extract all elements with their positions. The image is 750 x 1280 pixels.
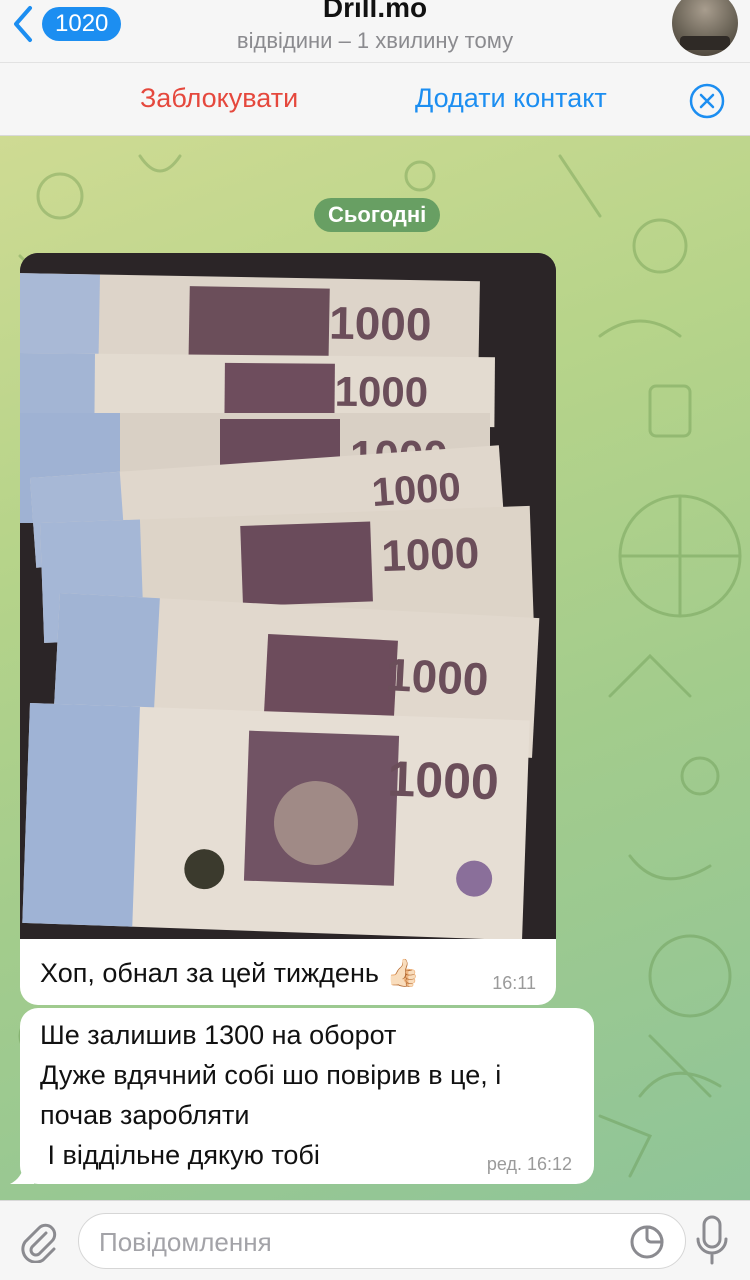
message-input[interactable] — [99, 1222, 619, 1262]
add-contact-button[interactable]: Додати контакт — [415, 83, 607, 114]
svg-text:1000: 1000 — [385, 648, 490, 705]
paperclip-icon[interactable] — [16, 1219, 60, 1263]
message-line: І віддільне дякую тобі — [40, 1140, 320, 1170]
message-line: почав заробляти — [40, 1100, 250, 1130]
message-time: 16:11 — [492, 973, 536, 993]
last-seen-status: відвідини – 1 хвилину тому — [236, 28, 514, 53]
banknotes-photo[interactable]: 1000 1000 1000 1000 1000 1000 — [20, 253, 556, 939]
message-input-bar — [0, 1200, 750, 1280]
contact-action-bar: Заблокувати Додати контакт — [0, 62, 750, 136]
svg-text:1000: 1000 — [370, 465, 462, 515]
sticker-icon[interactable] — [629, 1224, 665, 1260]
svg-text:1000: 1000 — [387, 751, 500, 811]
message-line: Ше залишив 1300 на оборот — [40, 1020, 397, 1050]
svg-text:1000: 1000 — [329, 297, 432, 351]
message-time: ред. 16:12 — [486, 1154, 572, 1174]
message-field[interactable] — [78, 1213, 686, 1269]
date-separator: Сьогодні — [314, 198, 441, 232]
message-line: Дуже вдячний собі шо повірив в це, і — [40, 1060, 502, 1090]
block-button[interactable]: Заблокувати — [140, 83, 298, 114]
avatar[interactable] — [672, 0, 738, 56]
svg-text:1000: 1000 — [334, 368, 428, 416]
microphone-icon[interactable] — [694, 1215, 730, 1267]
message-text: Хоп, обнал за цей тиждень 👍🏻 — [40, 958, 421, 988]
bubble-tail — [10, 1164, 34, 1184]
close-icon[interactable] — [689, 83, 725, 119]
svg-text:1000: 1000 — [381, 529, 481, 581]
text-message[interactable]: Ше залишив 1300 на оборот Дуже вдячний с… — [10, 1008, 594, 1184]
photo-message[interactable]: 1000 1000 1000 1000 1000 1000 Хоп, обнал… — [20, 253, 556, 1005]
chat-title[interactable]: Drill.mo — [0, 0, 750, 24]
chat-header: 1020 Drill.mo відвідини – 1 хвилину тому — [0, 0, 750, 62]
